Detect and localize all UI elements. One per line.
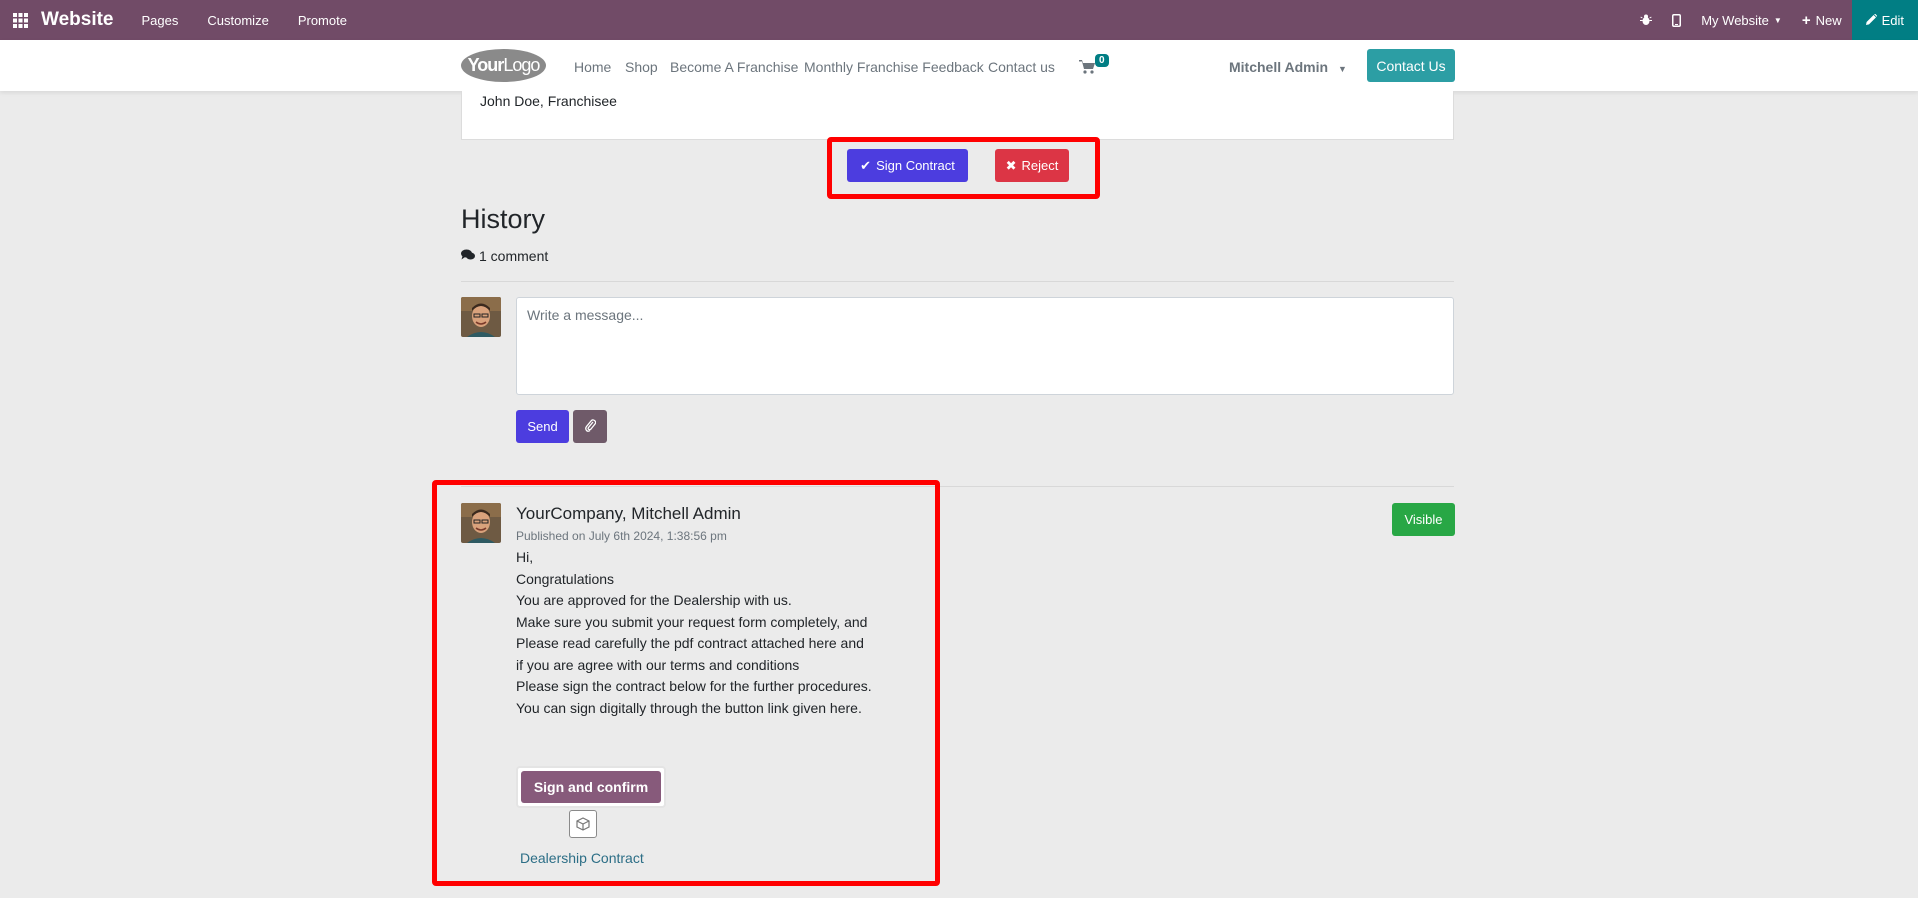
avatar [461,297,501,337]
send-button[interactable]: Send [516,410,569,443]
website-navbar: Your Logo Home Shop Become A Franchise Mo… [0,40,1918,91]
website-selector-label: My Website [1701,12,1769,28]
message-line: Please read carefully the pdf contract a… [516,635,864,651]
sign-contract-label: Sign Contract [876,158,955,173]
reject-button[interactable]: ✖ Reject [995,149,1069,182]
avatar [461,503,501,543]
contact-us-button[interactable]: Contact Us [1367,49,1455,82]
menu-pages[interactable]: Pages [142,13,179,28]
pencil-icon [1865,13,1877,28]
logo-text-logo: Logo [503,55,540,75]
signature-line: John Doe, Franchisee [480,93,617,109]
mobile-preview-icon[interactable] [1662,0,1691,40]
close-icon: ✖ [1005,157,1017,173]
logo-text-your: Your [467,55,505,75]
reject-label: Reject [1021,158,1059,173]
comments-icon [461,248,475,264]
nav-home[interactable]: Home [574,59,611,75]
nav-become-a-franchise[interactable]: Become A Franchise [670,59,798,75]
paperclip-icon [584,418,596,435]
cart-link[interactable]: 0 [1079,54,1109,79]
cart-count-badge: 0 [1095,54,1109,67]
user-menu[interactable]: Mitchell Admin ▼ [1229,59,1347,75]
history-heading: History [461,204,546,234]
comment-count-text: 1 comment [479,248,549,264]
message-input[interactable]: Write a message... [516,297,1454,395]
divider [461,281,1454,282]
attachment-file-icon[interactable] [569,810,597,838]
new-label: New [1815,12,1842,28]
caret-down-icon: ▼ [1337,64,1347,74]
edit-label: Edit [1881,12,1904,28]
company-logo[interactable]: Your Logo [461,49,546,82]
app-title[interactable]: Website [41,9,114,31]
attachment-link[interactable]: Dealership Contract [520,850,644,866]
nav-shop[interactable]: Shop [625,59,658,75]
sign-contract-button[interactable]: ✔ Sign Contract [847,149,968,182]
message-line: Congratulations [516,570,615,587]
nav-contact-us[interactable]: Contact us [988,59,1055,75]
sign-and-confirm-container: Sign and confirm [516,766,666,808]
check-icon: ✔ [860,157,872,173]
visibility-toggle-button[interactable]: Visible [1392,503,1455,536]
user-name: Mitchell Admin [1229,59,1329,75]
new-button[interactable]: + New [1792,0,1852,40]
menu-customize[interactable]: Customize [207,13,268,28]
message-line: Please sign the contract below for the f… [516,678,872,694]
contract-document-card: John Doe, Franchisee [461,91,1454,140]
edit-button[interactable]: Edit [1851,0,1918,40]
website-selector[interactable]: My Website ▼ [1691,0,1792,40]
plus-icon: + [1801,11,1811,29]
apps-menu-icon[interactable] [0,0,40,40]
message-body: Hi, Congratulations You are approved for… [516,547,872,719]
debug-bug-icon[interactable] [1630,0,1662,40]
message-author: YourCompany, Mitchell Admin [516,504,741,523]
caret-down-icon: ▼ [1773,15,1782,25]
message-line: You are approved for the Dealership with… [516,592,792,608]
menu-promote[interactable]: Promote [298,13,347,28]
message-line: Make sure you submit your request form c… [516,613,868,630]
message-timestamp: Published on July 6th 2024, 1:38:56 pm [516,529,727,543]
message-line: if you are agree with our terms and cond… [516,656,800,673]
admin-bar: Website Pages Customize Promote My Websi… [0,0,1918,40]
message-line: You can sign digitally through the butto… [516,699,862,716]
cart-icon [1079,60,1095,78]
nav-monthly-franchise-feedback[interactable]: Monthly Franchise Feedback [804,59,984,75]
sign-and-confirm-button[interactable]: Sign and confirm [521,771,661,803]
message-line: Hi, [516,549,534,565]
comment-count: 1 comment [461,248,548,264]
attach-file-button[interactable] [573,410,607,443]
